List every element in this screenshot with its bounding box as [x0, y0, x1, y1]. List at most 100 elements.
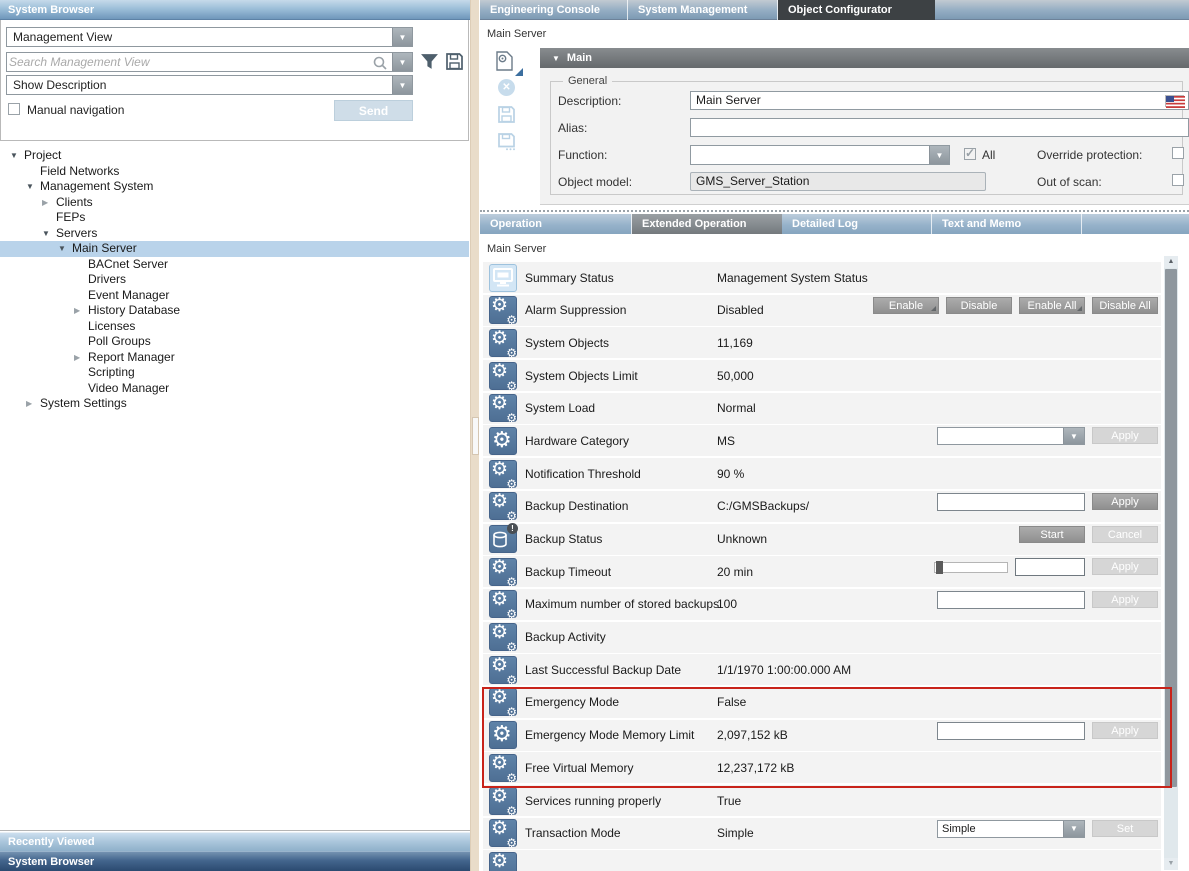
tree-item-scripting[interactable]: Scripting	[0, 365, 469, 381]
property-icon[interactable]: ⚙⚙	[489, 362, 517, 390]
expand-icon[interactable]: ▶	[26, 396, 40, 412]
search-input[interactable]	[9, 54, 364, 70]
override-protection-checkbox[interactable]	[1172, 147, 1184, 159]
tree-item-project[interactable]: ▼Project	[0, 148, 469, 164]
tree-item-bacnet-server[interactable]: BACnet Server	[0, 257, 469, 273]
property-icon[interactable]: ⚙⚙	[489, 852, 517, 871]
recently-viewed-bar[interactable]: Recently Viewed	[0, 832, 470, 851]
value-input[interactable]	[1015, 558, 1085, 576]
right-scrollbar[interactable]: ▲ ▼	[1164, 256, 1178, 870]
property-icon[interactable]: ⚙⚙	[489, 819, 517, 847]
property-icon[interactable]: ⚙⚙	[489, 688, 517, 716]
alias-field[interactable]	[690, 118, 1189, 137]
enable-all-button[interactable]: Enable All	[1019, 297, 1085, 314]
property-icon[interactable]: ⚙⚙	[489, 558, 517, 586]
tree-item-licenses[interactable]: Licenses	[0, 319, 469, 335]
apply-button[interactable]: Apply	[1092, 722, 1158, 739]
search-box[interactable]: ▼	[6, 52, 413, 72]
tab-system-management[interactable]: System Management	[628, 0, 778, 20]
chevron-down-icon[interactable]: ▼	[392, 76, 412, 94]
tab-text-and-memo[interactable]: Text and Memo	[932, 214, 1082, 234]
value-input[interactable]	[937, 591, 1085, 609]
tree-item-main-server[interactable]: ▼Main Server	[0, 241, 469, 257]
property-icon[interactable]: ⚙⚙	[489, 590, 517, 618]
collapse-icon[interactable]: ▼	[42, 226, 56, 242]
save-filter-icon[interactable]	[445, 52, 464, 71]
tab-engineering-console[interactable]: Engineering Console	[480, 0, 628, 20]
scroll-down-icon[interactable]: ▼	[1164, 858, 1178, 870]
chevron-down-icon[interactable]: ▼	[392, 28, 412, 46]
system-browser-bottom-bar[interactable]: System Browser	[0, 851, 470, 871]
tab-object-configurator[interactable]: Object Configurator	[778, 0, 935, 20]
tab-detailed-log[interactable]: Detailed Log	[782, 214, 932, 234]
property-icon[interactable]: ⚙⚙	[489, 623, 517, 651]
view-mode-dropdown[interactable]: Management View ▼	[6, 27, 413, 47]
collapse-icon[interactable]: ▼	[26, 179, 40, 195]
property-icon[interactable]: !	[489, 525, 517, 553]
save-icon[interactable]	[497, 105, 516, 127]
all-checkbox[interactable]: ✓	[964, 148, 976, 160]
tree-item-field-networks[interactable]: Field Networks	[0, 164, 469, 180]
slider-thumb[interactable]	[936, 561, 943, 574]
save-as-icon[interactable]	[497, 132, 516, 154]
chevron-down-icon[interactable]: ▼	[1063, 821, 1084, 837]
tree-item-system-settings[interactable]: ▶System Settings	[0, 396, 469, 412]
property-icon[interactable]: ⚙⚙	[489, 460, 517, 488]
apply-button[interactable]: Apply	[1092, 427, 1158, 444]
start-button[interactable]: Start	[1019, 526, 1085, 543]
enable-button[interactable]: Enable	[873, 297, 939, 314]
value-input[interactable]	[937, 722, 1085, 740]
property-icon[interactable]: ⚙⚙	[489, 656, 517, 684]
right-scrollbar-thumb[interactable]	[1165, 269, 1177, 787]
collapse-icon[interactable]: ▼	[552, 54, 560, 63]
panel-splitter[interactable]	[480, 210, 1189, 212]
disable-all-button[interactable]: Disable All	[1092, 297, 1158, 314]
property-icon[interactable]: ⚙⚙	[489, 787, 517, 815]
expand-icon[interactable]: ▶	[74, 303, 88, 319]
tab-extended-operation[interactable]: Extended Operation	[632, 214, 782, 234]
collapse-icon[interactable]: ▼	[58, 241, 72, 257]
property-icon[interactable]: ⚙	[489, 427, 517, 455]
expand-icon[interactable]: ▶	[42, 195, 56, 211]
property-icon[interactable]: ⚙⚙	[489, 754, 517, 782]
tree-item-drivers[interactable]: Drivers	[0, 272, 469, 288]
cancel-button[interactable]: Cancel	[1092, 526, 1158, 543]
expand-icon[interactable]: ▶	[74, 350, 88, 366]
property-icon[interactable]: ⚙⚙	[489, 394, 517, 422]
property-icon[interactable]: ⚙⚙	[489, 329, 517, 357]
disable-button[interactable]: Disable	[946, 297, 1012, 314]
set-button[interactable]: Set	[1092, 820, 1158, 837]
property-icon[interactable]: ⚙⚙	[489, 296, 517, 324]
discard-icon[interactable]: ✕	[498, 79, 515, 96]
tree-item-video-manager[interactable]: Video Manager	[0, 381, 469, 397]
collapse-icon[interactable]: ▼	[10, 148, 24, 164]
value-dropdown[interactable]: ▼	[937, 427, 1085, 445]
main-section-header[interactable]: ▼Main	[540, 48, 1189, 68]
property-icon[interactable]: ⚙⚙	[489, 492, 517, 520]
tree-item-servers[interactable]: ▼Servers	[0, 226, 469, 242]
filter-icon[interactable]	[420, 52, 439, 71]
tree-item-management-system[interactable]: ▼Management System	[0, 179, 469, 195]
value-dropdown[interactable]: Simple▼	[937, 820, 1085, 838]
apply-button[interactable]: Apply	[1092, 591, 1158, 608]
description-mode-dropdown[interactable]: Show Description ▼	[6, 75, 413, 95]
us-flag-icon[interactable]	[1165, 95, 1184, 107]
tab-operation[interactable]: Operation	[480, 214, 632, 234]
tree-item-clients[interactable]: ▶Clients	[0, 195, 469, 211]
left-scrollbar-thumb[interactable]	[472, 417, 479, 455]
tree-item-poll-groups[interactable]: Poll Groups	[0, 334, 469, 350]
function-dropdown[interactable]: ▼	[690, 145, 950, 165]
left-scrollbar[interactable]	[470, 0, 479, 871]
search-dropdown-icon[interactable]: ▼	[392, 53, 412, 71]
property-icon[interactable]: ⚙	[489, 721, 517, 749]
apply-button[interactable]: Apply	[1092, 558, 1158, 575]
description-field[interactable]: Main Server	[690, 91, 1189, 110]
timeout-slider[interactable]	[934, 562, 1008, 573]
value-input[interactable]	[937, 493, 1085, 511]
manual-navigation-checkbox[interactable]	[8, 103, 20, 115]
out-of-scan-checkbox[interactable]	[1172, 174, 1184, 186]
tree-item-report-manager[interactable]: ▶Report Manager	[0, 350, 469, 366]
chevron-down-icon[interactable]: ▼	[1063, 428, 1084, 444]
search-icon[interactable]	[372, 55, 388, 71]
chevron-down-icon[interactable]: ▼	[929, 146, 949, 164]
